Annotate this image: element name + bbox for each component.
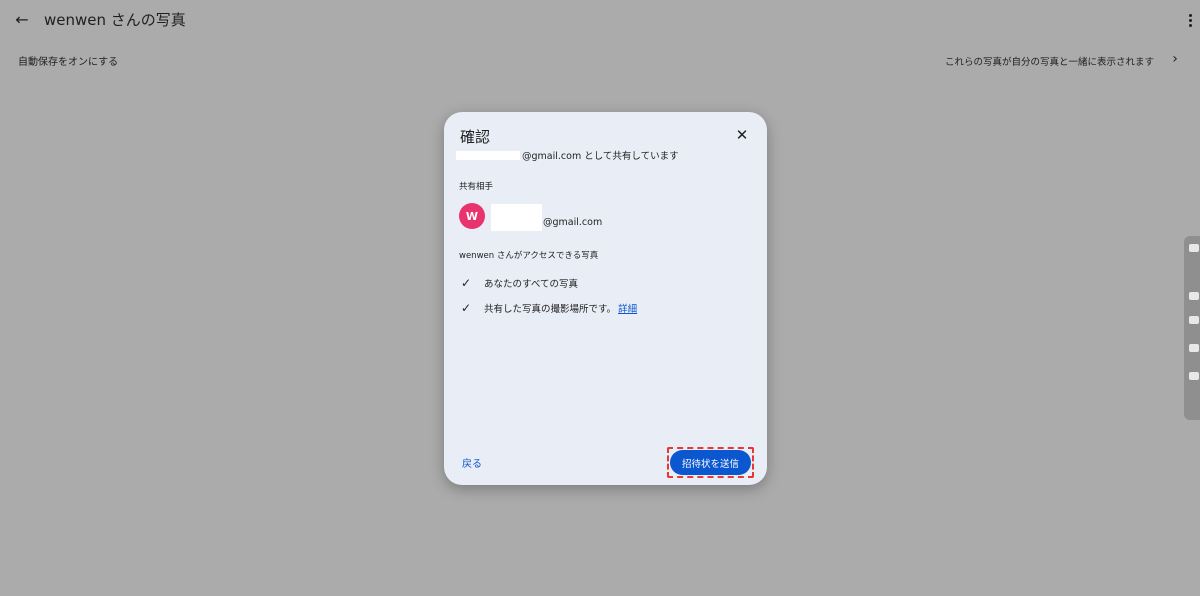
extension-side-panel[interactable] <box>1184 236 1200 420</box>
app-header: ← wenwen さんの写真 <box>0 0 1200 40</box>
extension-icon[interactable] <box>1189 344 1199 352</box>
check-icon: ✓ <box>460 301 472 315</box>
extension-icon[interactable] <box>1189 372 1199 380</box>
dialog-title: 確認 <box>460 128 491 146</box>
redacted-email <box>456 150 520 160</box>
permission-text: 共有した写真の撮影場所です。 <box>484 304 617 315</box>
send-invitation-button[interactable]: 招待状を送信 <box>670 450 751 475</box>
extension-icon[interactable] <box>1189 316 1199 324</box>
shown-with-photos-text[interactable]: これらの写真が自分の写真と一緒に表示されます <box>945 54 1154 68</box>
more-vert-icon[interactable] <box>1184 10 1196 30</box>
details-link[interactable]: 詳細 <box>618 301 637 315</box>
redacted-recipient <box>491 204 542 231</box>
page-title: wenwen さんの写真 <box>44 11 186 29</box>
recipient-email-text: @gmail.com <box>543 217 603 228</box>
permission-item: ✓ あなたのすべての写真 <box>459 276 578 290</box>
autosave-toggle-label[interactable]: 自動保存をオンにする <box>18 53 118 68</box>
extension-icon[interactable] <box>1189 244 1199 252</box>
sharing-as-line: @gmail.com として共有しています <box>456 148 679 162</box>
confirm-share-dialog: 確認 ✕ @gmail.com として共有しています 共有相手 W @gmail… <box>444 112 767 485</box>
recipient-email: @gmail.com <box>491 204 602 231</box>
back-arrow-icon[interactable]: ← <box>12 9 32 29</box>
sharing-as-text: @gmail.com として共有しています <box>522 151 679 162</box>
back-button[interactable]: 戻る <box>462 455 482 470</box>
avatar: W <box>459 203 485 229</box>
access-label: wenwen さんがアクセスできる写真 <box>459 251 599 261</box>
shared-with-label: 共有相手 <box>459 182 494 192</box>
chevron-right-icon[interactable]: › <box>1168 51 1182 67</box>
close-icon[interactable]: ✕ <box>733 126 751 144</box>
permission-text: あなたのすべての写真 <box>484 279 578 290</box>
check-icon: ✓ <box>460 276 472 290</box>
permission-item: ✓ 共有した写真の撮影場所です。 詳細 <box>459 301 637 315</box>
extension-icon[interactable] <box>1189 292 1199 300</box>
